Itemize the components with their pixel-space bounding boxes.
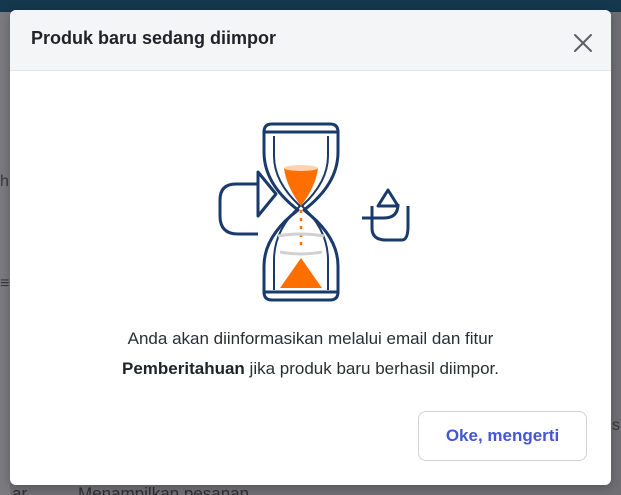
- dialog-title: Produk baru sedang diimpor: [31, 28, 277, 48]
- hourglass-refresh-icon: [206, 106, 416, 306]
- background-left-edge: [0, 12, 10, 495]
- background-menu-fragment: ≡: [0, 275, 10, 292]
- ok-button[interactable]: Oke, mengerti: [418, 411, 587, 461]
- dialog-message-line-1: Anda akan diinformasikan melalui email d…: [127, 329, 494, 348]
- background-text-fragment: h: [0, 173, 9, 190]
- close-button[interactable]: [571, 31, 595, 55]
- dialog-header: Produk baru sedang diimpor: [10, 10, 611, 71]
- dialog-message-line-2-rest: jika produk baru berhasil diimpor.: [244, 359, 499, 378]
- close-icon: [574, 34, 592, 52]
- dialog-message-line-2: Pemberitahuan jika produk baru berhasil …: [10, 354, 611, 384]
- background-text-fragment-right: s: [612, 417, 620, 434]
- background-bottom-left-text: ar: [12, 484, 28, 495]
- notification-feature-name: Pemberitahuan: [122, 359, 245, 378]
- background-bottom-text: Menampilkan pesanan: [78, 484, 250, 495]
- import-dialog: Produk baru sedang diimpor Anda akan dii…: [10, 10, 611, 485]
- dialog-message: Anda akan diinformasikan melalui email d…: [10, 324, 611, 384]
